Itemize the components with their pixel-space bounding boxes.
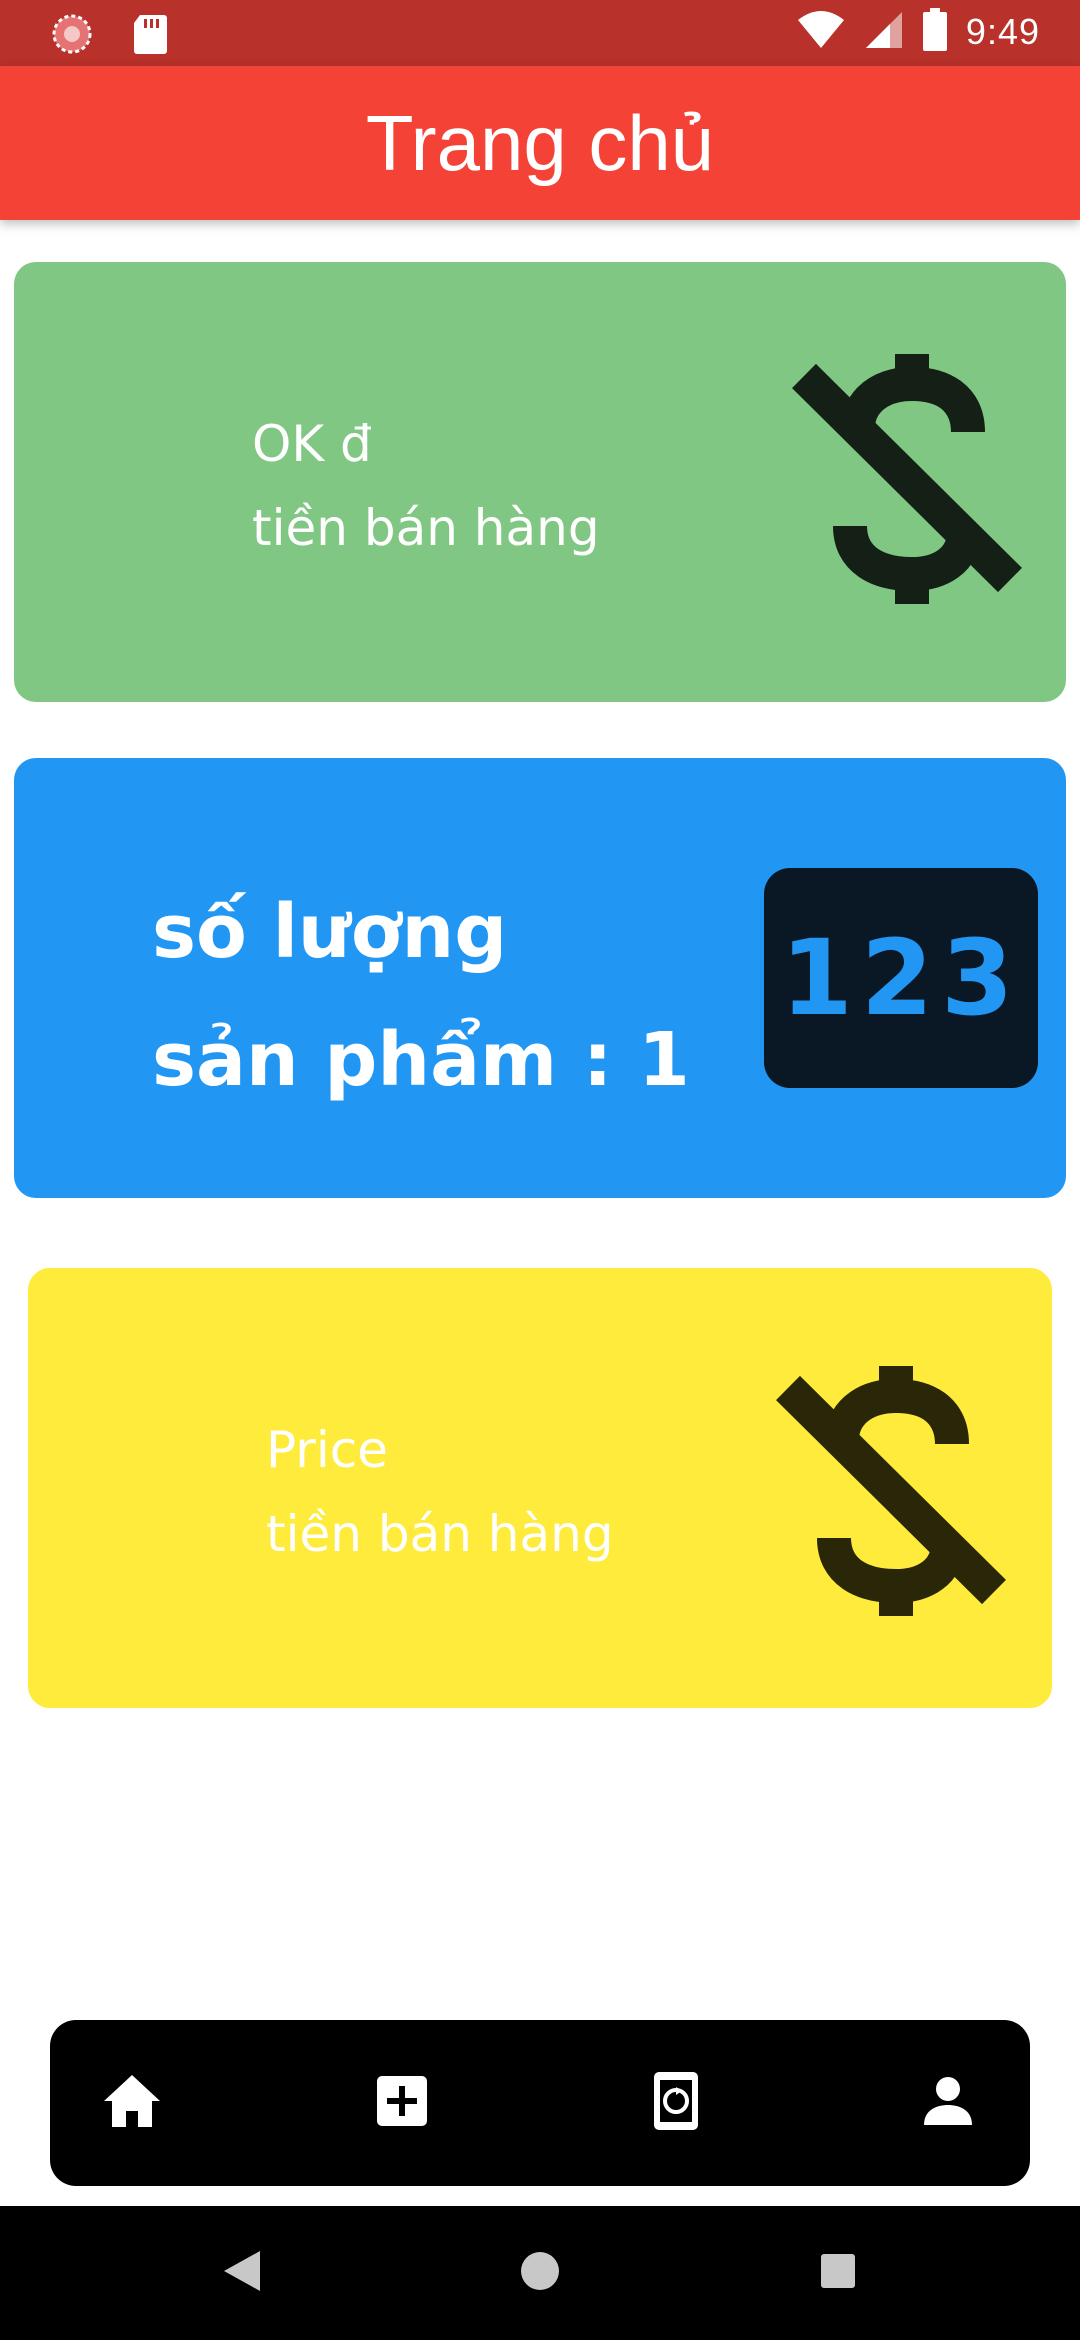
nav-profile-button[interactable] (898, 2053, 998, 2153)
price-card-label: tiền bán hàng (266, 1505, 614, 1563)
nav-home-button[interactable] (82, 2053, 182, 2153)
quantity-card-text: số lượng sản phẩm : 1 (152, 868, 690, 1124)
back-icon (222, 2249, 262, 2297)
nav-rotate-button[interactable] (626, 2053, 726, 2153)
money-off-icon (776, 1366, 1006, 1626)
sd-card-icon (132, 13, 168, 59)
add-box-icon (375, 2074, 429, 2132)
bottom-nav (50, 2020, 1030, 2186)
battery-icon (922, 8, 948, 56)
recents-button[interactable] (798, 2233, 878, 2313)
quantity-card-value: sản phẩm : 1 (152, 1017, 690, 1103)
price-card[interactable]: Price tiền bán hàng (28, 1268, 1052, 1708)
home-system-button[interactable] (500, 2233, 580, 2313)
app-bar: Trang chủ (0, 66, 1080, 220)
home-icon (102, 2073, 162, 2133)
numbers-badge-text: 123 (780, 917, 1022, 1039)
price-card-text: Price tiền bán hàng (266, 1408, 614, 1576)
back-button[interactable] (202, 2233, 282, 2313)
sales-card-value: OK đ (252, 415, 372, 473)
screen-rotation-icon (652, 2070, 700, 2136)
signal-icon (864, 10, 904, 54)
screen: 9:49 Trang chủ OK đ tiền bán hàng số lượ… (0, 0, 1080, 2340)
nav-add-button[interactable] (352, 2053, 452, 2153)
quantity-card-title: số lượng (152, 889, 508, 975)
price-card-value: Price (266, 1421, 388, 1479)
person-icon (922, 2075, 974, 2131)
home-circle-icon (519, 2250, 561, 2296)
system-nav (0, 2206, 1080, 2340)
numbers-icon: 123 (764, 868, 1038, 1088)
status-left (50, 12, 168, 60)
status-bar: 9:49 (0, 0, 1080, 66)
recents-icon (820, 2253, 856, 2293)
sales-card-text: OK đ tiền bán hàng (252, 402, 600, 570)
sales-card-label: tiền bán hàng (252, 499, 600, 557)
quantity-card[interactable]: số lượng sản phẩm : 1 123 (14, 758, 1066, 1198)
money-off-icon (792, 354, 1022, 614)
status-time: 9:49 (965, 11, 1040, 52)
page-title: Trang chủ (365, 98, 715, 187)
sales-card[interactable]: OK đ tiền bán hàng (14, 262, 1066, 702)
wifi-icon (796, 10, 846, 54)
loading-icon (50, 12, 94, 60)
status-right: 9:49 (796, 8, 1040, 56)
